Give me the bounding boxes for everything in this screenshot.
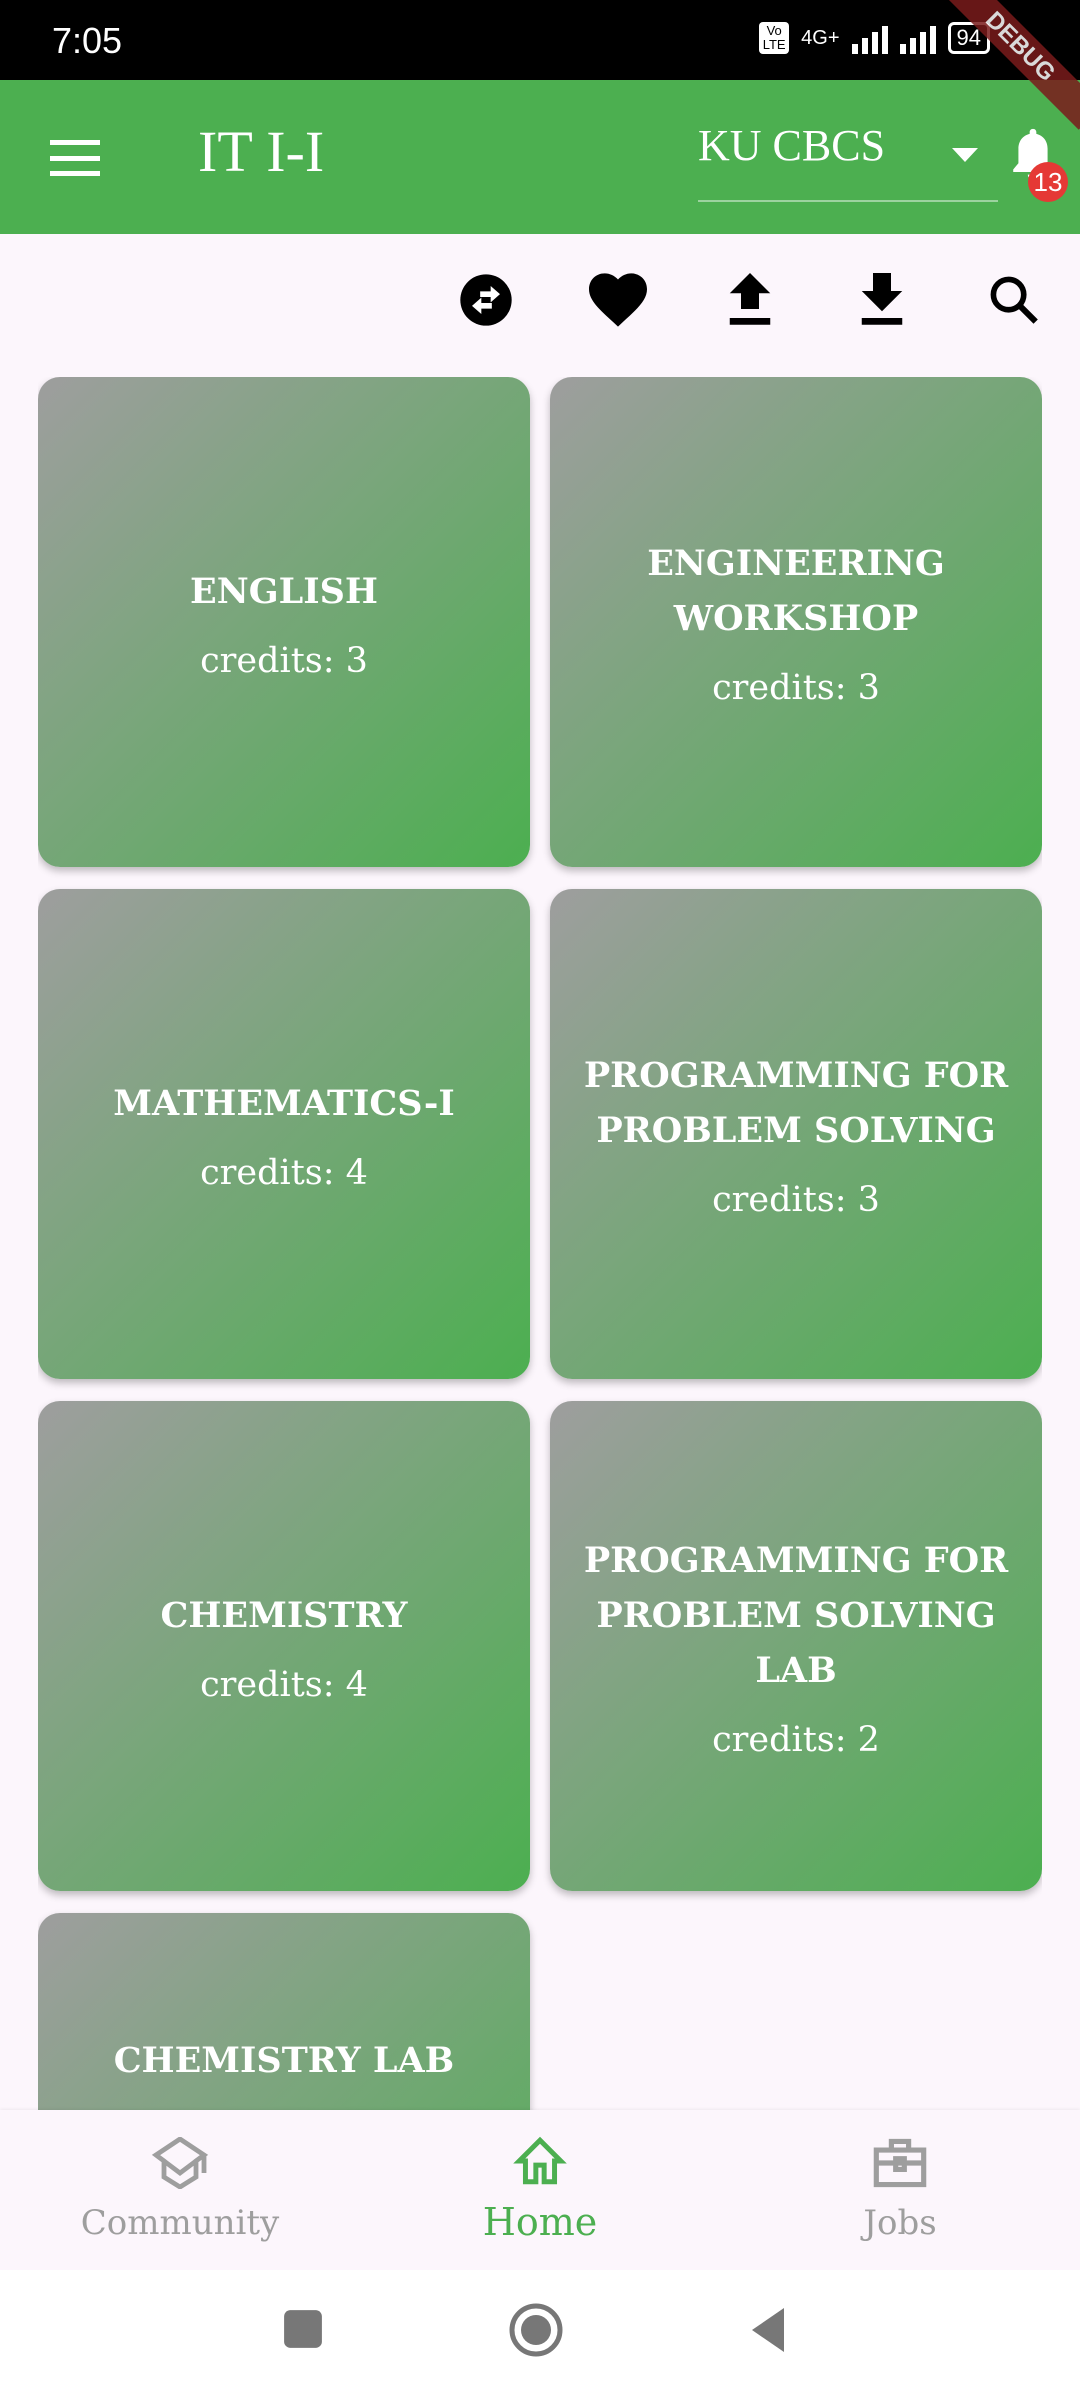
- status-bar: 7:05 Vo LTE 4G+ 94: [0, 0, 1080, 80]
- subject-card[interactable]: PROGRAMMING FOR PROBLEM SOLVING LAB credi…: [550, 1401, 1042, 1891]
- swap-icon: [460, 274, 512, 326]
- swap-button[interactable]: [456, 270, 516, 330]
- app-bar: IT I-I KU CBCS 13: [0, 80, 1080, 234]
- action-toolbar: [0, 270, 1080, 330]
- network-type: 4G+: [801, 26, 840, 49]
- university-dropdown[interactable]: KU CBCS: [698, 120, 998, 202]
- subject-card[interactable]: CHEMISTRY credits: 4: [38, 1401, 530, 1891]
- signal-icon: [851, 22, 888, 54]
- dropdown-value: KU CBCS: [698, 121, 886, 170]
- favorites-button[interactable]: [588, 270, 648, 330]
- page-title: IT I-I: [198, 119, 325, 184]
- subject-card[interactable]: CHEMISTRY LAB: [38, 1913, 530, 2110]
- recents-icon[interactable]: [282, 2308, 324, 2350]
- subject-card[interactable]: PROGRAMMING FOR PROBLEM SOLVING credits: …: [550, 889, 1042, 1379]
- notification-badge: 13: [1028, 162, 1068, 202]
- nav-jobs[interactable]: Jobs: [720, 2110, 1080, 2270]
- system-navigation: [0, 2270, 1080, 2400]
- bottom-navigation: Community Home Jobs: [0, 2110, 1080, 2270]
- download-button[interactable]: [852, 270, 912, 330]
- subject-card[interactable]: ENGLISH credits: 3: [38, 377, 530, 867]
- upload-icon: [729, 273, 771, 325]
- subject-grid: ENGLISH credits: 3 ENGINEERING WORKSHOP cr…: [38, 377, 1042, 2110]
- graduation-cap-icon: [151, 2137, 209, 2189]
- subject-card[interactable]: ENGINEERING WORKSHOP credits: 3: [550, 377, 1042, 867]
- heart-icon: [589, 273, 647, 327]
- caret-down-icon: [952, 148, 978, 162]
- nav-home[interactable]: Home: [360, 2110, 720, 2270]
- back-icon[interactable]: [748, 2306, 788, 2354]
- status-time: 7:05: [52, 20, 123, 61]
- upload-button[interactable]: [720, 270, 780, 330]
- search-button[interactable]: [984, 270, 1044, 330]
- volte-icon: Vo LTE: [759, 22, 790, 54]
- search-icon: [990, 276, 1038, 324]
- briefcase-icon: [873, 2138, 927, 2188]
- menu-icon[interactable]: [50, 140, 100, 176]
- subject-card[interactable]: MATHEMATICS-I credits: 4: [38, 889, 530, 1379]
- home-icon: [513, 2136, 567, 2185]
- download-icon: [861, 273, 903, 325]
- nav-community[interactable]: Community: [0, 2110, 360, 2270]
- home-button-icon[interactable]: [508, 2302, 564, 2358]
- signal-icon: [899, 22, 936, 54]
